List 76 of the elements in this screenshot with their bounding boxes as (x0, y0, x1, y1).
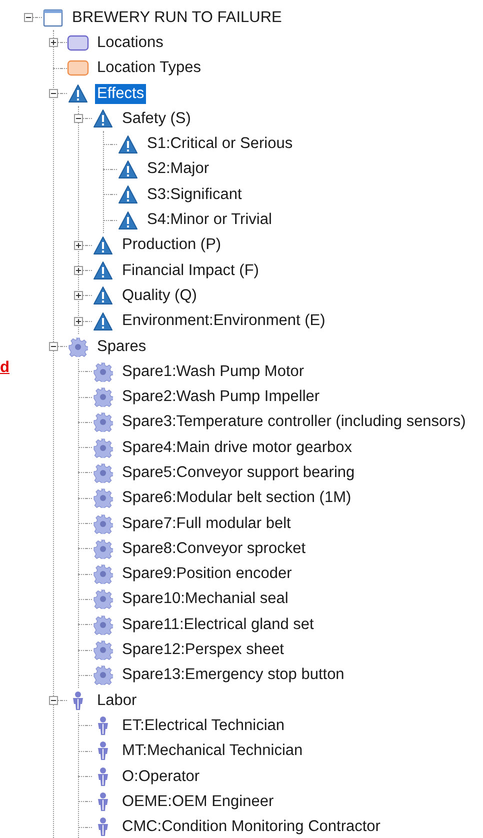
tree-item[interactable]: Location Types (95, 58, 203, 78)
tree-item[interactable]: Spare7:Full modular belt (120, 514, 293, 534)
gear-icon (93, 462, 113, 483)
tree-item[interactable]: BREWERY RUN TO FAILURE (70, 8, 284, 28)
warning-icon (93, 261, 113, 280)
person-icon (96, 766, 110, 787)
tree-item[interactable]: S2:Major (145, 159, 212, 180)
warning-icon (118, 160, 138, 179)
tree-item[interactable]: Spares (95, 336, 148, 356)
tree-item[interactable]: Spare1:Wash Pump Motor (120, 362, 306, 382)
gear-icon (93, 640, 113, 660)
person-icon (96, 716, 110, 736)
warning-icon (118, 210, 138, 230)
collapse-toggle[interactable] (49, 342, 58, 351)
tree-item[interactable]: Quality (Q) (120, 286, 199, 306)
gear-icon (93, 538, 113, 559)
gear-icon (93, 665, 113, 686)
gear-icon (93, 412, 113, 432)
collapse-toggle[interactable] (49, 696, 58, 706)
warning-icon (68, 84, 88, 104)
gear-icon (93, 589, 113, 610)
gear-icon (93, 564, 113, 584)
expand-toggle[interactable] (74, 291, 83, 300)
expand-toggle[interactable] (74, 240, 83, 250)
gear-icon (93, 438, 113, 458)
expand-toggle[interactable] (74, 266, 83, 276)
tree-item[interactable]: Spare11:Electrical gland set (120, 614, 316, 635)
tree-item[interactable]: Spare10:Mechanial seal (120, 589, 290, 610)
tree-item[interactable]: Spare2:Wash Pump Impeller (120, 387, 322, 408)
person-icon (96, 792, 110, 812)
gear-icon (93, 514, 113, 534)
warning-icon (118, 134, 138, 154)
warning-icon (118, 185, 138, 204)
collapse-toggle[interactable] (74, 114, 83, 124)
tree-item[interactable]: S3:Significant (145, 184, 244, 205)
tree-item[interactable]: OEME:OEM Engineer (120, 792, 276, 812)
tree-item[interactable]: MT:Mechanical Technician (120, 741, 305, 762)
gear-icon (93, 614, 113, 635)
warning-icon (93, 109, 113, 128)
gear-icon (68, 336, 88, 356)
tree-item[interactable]: Spare5:Conveyor support bearing (120, 462, 357, 483)
gear-icon (93, 387, 113, 408)
warning-icon (93, 312, 113, 331)
tree-item[interactable]: ET:Electrical Technician (120, 716, 287, 736)
person-icon (96, 741, 110, 762)
folder-icon (67, 34, 89, 51)
tree-item[interactable]: CMC:Condition Monitoring Contractor (120, 817, 382, 838)
folder-icon (67, 60, 89, 76)
tree-item[interactable]: S4:Minor or Trivial (145, 210, 274, 230)
person-icon (71, 690, 85, 711)
warning-icon (93, 236, 113, 255)
tree-item[interactable]: Spare13:Emergency stop button (120, 665, 346, 686)
tree-item[interactable]: Spare8:Conveyor sprocket (120, 538, 308, 559)
expand-toggle[interactable] (49, 38, 58, 48)
tree-item[interactable]: Production (P) (120, 235, 224, 256)
tree-item[interactable]: Labor (95, 690, 139, 711)
tree-item[interactable]: Spare3:Temperature controller (including sensors) (120, 412, 468, 432)
collapse-toggle[interactable] (49, 89, 58, 98)
expand-toggle[interactable] (74, 316, 83, 326)
tree-item[interactable]: Locations (95, 32, 166, 53)
link-text[interactable]: d (0, 359, 10, 376)
warning-icon (93, 286, 113, 306)
gear-icon (93, 488, 113, 508)
tree-item[interactable]: Financial Impact (F) (120, 260, 261, 281)
window-icon (43, 8, 63, 27)
tree-item[interactable]: Spare12:Perspex sheet (120, 640, 286, 660)
tree-item[interactable]: S1:Critical or Serious (145, 134, 295, 154)
tree-item[interactable]: O:Operator (120, 766, 202, 787)
collapse-toggle[interactable] (24, 13, 33, 22)
tree-item[interactable]: Spare6:Modular belt section (1M) (120, 488, 354, 508)
tree-item[interactable]: Spare4:Main drive motor gearbox (120, 438, 354, 458)
tree-item[interactable]: Environment:Environment (E) (120, 311, 328, 332)
tree-item[interactable]: Effects (95, 84, 146, 104)
tree-item[interactable]: Safety (S) (120, 108, 193, 129)
tree-item[interactable]: Spare9:Position encoder (120, 564, 294, 584)
gear-icon (93, 362, 113, 382)
